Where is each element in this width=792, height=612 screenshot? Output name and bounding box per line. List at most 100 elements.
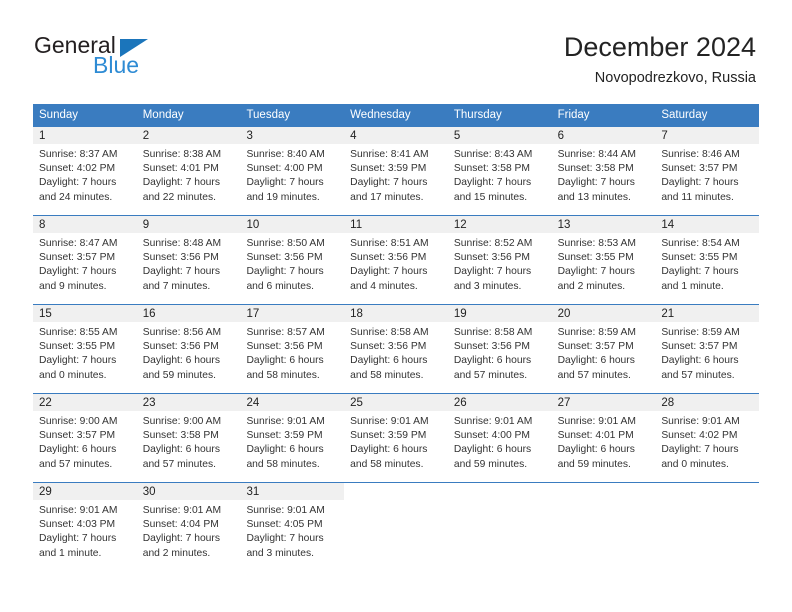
calendar-day-cell[interactable]: 28 Sunrise: 9:01 AM Sunset: 4:02 PM Dayligh… bbox=[655, 394, 760, 482]
day-number-bar bbox=[344, 483, 448, 500]
day-detail-line: Sunrise: 9:01 AM bbox=[557, 416, 637, 427]
day-detail-line: Sunrise: 9:00 AM bbox=[39, 416, 118, 427]
day-number-bar: 16 bbox=[136, 305, 241, 322]
day-detail-line: and 58 minutes. bbox=[350, 369, 424, 381]
calendar-day-cell[interactable]: 10 Sunrise: 8:50 AM Sunset: 3:56 PM Dayligh… bbox=[240, 216, 345, 304]
day-detail-line: Sunset: 3:57 PM bbox=[557, 341, 634, 353]
day-details: Sunrise: 8:54 AM Sunset: 3:55 PM Daylight:… bbox=[655, 233, 759, 300]
day-detail-line: Sunset: 3:55 PM bbox=[557, 252, 634, 264]
calendar-day-cell[interactable]: 6 Sunrise: 8:44 AM Sunset: 3:58 PM Daylight… bbox=[551, 127, 656, 215]
day-detail-line: and 57 minutes. bbox=[661, 369, 735, 381]
day-details: Sunrise: 8:46 AM Sunset: 3:57 PM Daylight:… bbox=[655, 144, 759, 211]
calendar-day-cell[interactable]: 20 Sunrise: 8:59 AM Sunset: 3:57 PM Dayligh… bbox=[551, 305, 656, 393]
day-number-bar: 1 bbox=[33, 127, 137, 144]
day-details: Sunrise: 8:43 AM Sunset: 3:58 PM Daylight:… bbox=[448, 144, 552, 211]
day-number: 12 bbox=[453, 218, 467, 231]
weekday-header-friday: Friday bbox=[557, 109, 590, 121]
general-blue-logo[interactable]: General Blue bbox=[34, 34, 234, 90]
day-detail-line: Daylight: 7 hours bbox=[557, 266, 635, 278]
day-detail-line: Sunset: 4:04 PM bbox=[142, 519, 219, 531]
day-number: 22 bbox=[39, 396, 52, 409]
calendar-day-cell[interactable]: 19 Sunrise: 8:58 AM Sunset: 3:56 PM Dayligh… bbox=[447, 305, 552, 393]
calendar-day-cell[interactable]: 31 Sunrise: 9:01 AM Sunset: 4:05 PM Dayligh… bbox=[240, 483, 345, 571]
calendar-day-cell[interactable]: 15 Sunrise: 8:55 AM Sunset: 3:55 PM Dayligh… bbox=[33, 305, 137, 393]
calendar-day-cell[interactable]: 4 Sunrise: 8:41 AM Sunset: 3:59 PM Daylight… bbox=[344, 127, 448, 215]
day-number-bar: 24 bbox=[240, 394, 345, 411]
day-detail-line: Sunset: 3:55 PM bbox=[661, 252, 738, 264]
day-detail-line: Sunset: 4:00 PM bbox=[246, 163, 323, 175]
day-number: 11 bbox=[350, 218, 363, 231]
calendar-day-cell[interactable]: 16 Sunrise: 8:56 AM Sunset: 3:56 PM Dayligh… bbox=[136, 305, 241, 393]
day-detail-line: Sunrise: 9:01 AM bbox=[39, 505, 118, 516]
day-detail-line: Sunrise: 9:01 AM bbox=[661, 416, 740, 427]
day-number: 9 bbox=[142, 218, 150, 231]
day-detail-line: Daylight: 6 hours bbox=[453, 444, 532, 456]
calendar-day-cell[interactable]: 30 Sunrise: 9:01 AM Sunset: 4:04 PM Dayligh… bbox=[136, 483, 241, 571]
day-detail-line: Sunrise: 9:01 AM bbox=[246, 505, 325, 516]
calendar-day-cell[interactable]: 21 Sunrise: 8:59 AM Sunset: 3:57 PM Dayligh… bbox=[655, 305, 760, 393]
day-detail-line: Daylight: 7 hours bbox=[39, 355, 117, 367]
calendar-week-row: 1 Sunrise: 8:37 AM Sunset: 4:02 PM Daylight… bbox=[33, 127, 760, 215]
day-details: Sunrise: 9:01 AM Sunset: 3:59 PM Daylight:… bbox=[240, 411, 344, 478]
page-subtitle: Novopodrezkovo, Russia bbox=[594, 70, 756, 86]
day-number-bar: 29 bbox=[33, 483, 137, 500]
day-detail-line: and 59 minutes. bbox=[142, 369, 216, 381]
calendar-day-cell[interactable]: 3 Sunrise: 8:40 AM Sunset: 4:00 PM Daylight… bbox=[240, 127, 345, 215]
logo-text-blue: Blue bbox=[93, 52, 140, 78]
day-details: Sunrise: 8:57 AM Sunset: 3:56 PM Daylight:… bbox=[240, 322, 344, 389]
calendar-day-cell[interactable]: 14 Sunrise: 8:54 AM Sunset: 3:55 PM Dayligh… bbox=[655, 216, 760, 304]
calendar-day-cell[interactable]: 17 Sunrise: 8:57 AM Sunset: 3:56 PM Dayligh… bbox=[240, 305, 345, 393]
day-detail-line: Sunrise: 8:53 AM bbox=[557, 238, 637, 249]
day-detail-line: and 2 minutes. bbox=[142, 547, 211, 559]
day-details: Sunrise: 8:59 AM Sunset: 3:57 PM Daylight:… bbox=[552, 322, 656, 389]
day-number-bar bbox=[552, 483, 656, 500]
calendar-day-cell[interactable]: 24 Sunrise: 9:01 AM Sunset: 3:59 PM Dayligh… bbox=[240, 394, 345, 482]
day-detail-line: and 1 minute. bbox=[661, 280, 724, 292]
day-detail-line: Daylight: 6 hours bbox=[142, 355, 220, 367]
day-number-bar: 8 bbox=[33, 216, 137, 233]
calendar-day-cell[interactable]: 13 Sunrise: 8:53 AM Sunset: 3:55 PM Dayligh… bbox=[551, 216, 656, 304]
day-detail-line: Sunrise: 8:54 AM bbox=[661, 238, 740, 249]
calendar-day-cell[interactable]: 22 Sunrise: 9:00 AM Sunset: 3:57 PM Dayligh… bbox=[33, 394, 137, 482]
calendar-day-cell[interactable]: 9 Sunrise: 8:48 AM Sunset: 3:56 PM Daylight… bbox=[136, 216, 241, 304]
calendar-day-cell[interactable]: 1 Sunrise: 8:37 AM Sunset: 4:02 PM Daylight… bbox=[33, 127, 137, 215]
calendar-day-cell[interactable]: 29 Sunrise: 9:01 AM Sunset: 4:03 PM Dayligh… bbox=[33, 483, 137, 571]
day-details: Sunrise: 8:38 AM Sunset: 4:01 PM Daylight:… bbox=[137, 144, 241, 211]
day-details: Sunrise: 8:58 AM Sunset: 3:56 PM Daylight:… bbox=[344, 322, 448, 389]
calendar-day-cell-empty bbox=[344, 483, 448, 571]
day-details: Sunrise: 8:58 AM Sunset: 3:56 PM Daylight:… bbox=[448, 322, 552, 389]
day-number: 24 bbox=[246, 396, 260, 409]
calendar-day-cell[interactable]: 26 Sunrise: 9:01 AM Sunset: 4:00 PM Dayligh… bbox=[447, 394, 552, 482]
day-number: 21 bbox=[661, 307, 675, 320]
day-number: 26 bbox=[453, 396, 467, 409]
day-details: Sunrise: 8:47 AM Sunset: 3:57 PM Daylight:… bbox=[33, 233, 137, 300]
day-number: 18 bbox=[350, 307, 363, 320]
calendar-day-cell[interactable]: 18 Sunrise: 8:58 AM Sunset: 3:56 PM Dayligh… bbox=[344, 305, 448, 393]
day-details: Sunrise: 8:52 AM Sunset: 3:56 PM Daylight:… bbox=[448, 233, 552, 300]
calendar-day-cell-empty bbox=[655, 483, 760, 571]
weekday-header-thursday: Thursday bbox=[453, 109, 502, 121]
calendar-day-cell[interactable]: 25 Sunrise: 9:01 AM Sunset: 3:59 PM Dayligh… bbox=[344, 394, 448, 482]
calendar-day-cell[interactable]: 23 Sunrise: 9:00 AM Sunset: 3:58 PM Dayligh… bbox=[136, 394, 241, 482]
calendar-day-cell[interactable]: 7 Sunrise: 8:46 AM Sunset: 3:57 PM Daylight… bbox=[655, 127, 760, 215]
title-block: December 2024 Novopodrezkovo, Russia bbox=[564, 30, 756, 88]
day-number: 4 bbox=[350, 129, 357, 142]
day-detail-line: and 1 minute. bbox=[39, 547, 102, 559]
day-details: Sunrise: 9:01 AM Sunset: 3:59 PM Daylight:… bbox=[344, 411, 448, 478]
calendar-day-cell[interactable]: 2 Sunrise: 8:38 AM Sunset: 4:01 PM Daylight… bbox=[136, 127, 241, 215]
weekday-header-wednesday: Wednesday bbox=[350, 109, 411, 121]
day-detail-line: Sunrise: 8:56 AM bbox=[142, 327, 222, 338]
day-details: Sunrise: 9:01 AM Sunset: 4:03 PM Daylight:… bbox=[33, 500, 137, 567]
calendar-day-cell[interactable]: 5 Sunrise: 8:43 AM Sunset: 3:58 PM Daylight… bbox=[447, 127, 552, 215]
day-number: 17 bbox=[246, 307, 260, 320]
calendar-day-cell[interactable]: 11 Sunrise: 8:51 AM Sunset: 3:56 PM Dayligh… bbox=[344, 216, 448, 304]
page-title: December 2024 bbox=[563, 32, 756, 62]
calendar-day-cell[interactable]: 8 Sunrise: 8:47 AM Sunset: 3:57 PM Daylight… bbox=[33, 216, 137, 304]
day-detail-line: Sunrise: 8:41 AM bbox=[350, 149, 429, 160]
day-number: 8 bbox=[39, 218, 46, 231]
day-details: Sunrise: 8:55 AM Sunset: 3:55 PM Daylight:… bbox=[33, 322, 137, 389]
day-detail-line: Sunrise: 8:43 AM bbox=[453, 149, 533, 160]
calendar-day-cell[interactable]: 27 Sunrise: 9:01 AM Sunset: 4:01 PM Dayligh… bbox=[551, 394, 656, 482]
calendar-grid: Sunday Monday Tuesday Wednesday Thursday Frid… bbox=[33, 104, 760, 571]
calendar-day-cell[interactable]: 12 Sunrise: 8:52 AM Sunset: 3:56 PM Dayligh… bbox=[447, 216, 552, 304]
